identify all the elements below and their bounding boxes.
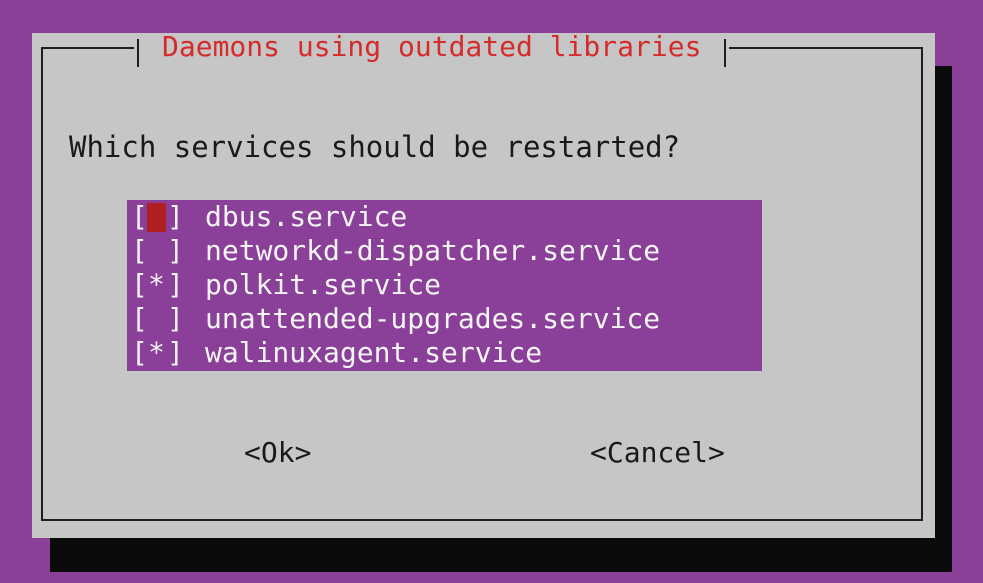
- checkbox[interactable]: [ ]: [131, 302, 189, 336]
- dialog-title: Daemons using outdated libraries: [134, 33, 730, 67]
- list-item-polkit[interactable]: [ * ] polkit.service: [127, 268, 762, 302]
- dialog-prompt: Which services should be restarted?: [69, 130, 681, 164]
- checkbox[interactable]: [ ]: [131, 200, 189, 234]
- cancel-button[interactable]: <Cancel>: [590, 436, 725, 470]
- service-label: unattended-upgrades.service: [205, 302, 661, 335]
- service-label: walinuxagent.service: [205, 336, 543, 369]
- restart-services-dialog: Daemons using outdated libraries Which s…: [32, 33, 935, 538]
- list-item-walinuxagent[interactable]: [ * ] walinuxagent.service: [127, 336, 762, 370]
- list-item-dbus[interactable]: [ ] dbus.service: [127, 200, 762, 234]
- checkbox[interactable]: [ * ]: [131, 268, 189, 302]
- selection-cursor: [147, 203, 166, 232]
- ok-button[interactable]: <Ok>: [244, 436, 311, 470]
- services-checklist: [ ] dbus.service [ ] networkd-dispatcher…: [127, 200, 762, 371]
- list-item-unattended-upgrades[interactable]: [ ] unattended-upgrades.service: [127, 302, 762, 336]
- service-label: dbus.service: [205, 200, 408, 233]
- service-label: networkd-dispatcher.service: [205, 234, 661, 267]
- checkbox[interactable]: [ * ]: [131, 336, 189, 370]
- checkbox-mark: *: [148, 268, 165, 301]
- checkbox-mark: *: [148, 336, 165, 369]
- service-label: polkit.service: [205, 268, 442, 301]
- checkbox[interactable]: [ ]: [131, 234, 189, 268]
- list-item-networkd-dispatcher[interactable]: [ ] networkd-dispatcher.service: [127, 234, 762, 268]
